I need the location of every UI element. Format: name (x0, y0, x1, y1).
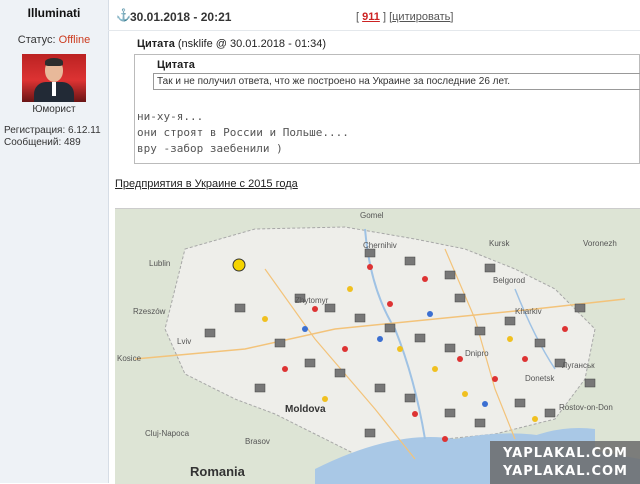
author-stats: Регистрация: 6.12.11 Сообщений: 489 (4, 125, 101, 149)
quote-line: вру -забор заебенили ) (137, 142, 283, 155)
avatar[interactable] (22, 54, 86, 102)
status-label: Статус: (17, 34, 56, 46)
map-place: Zhytomyr (295, 296, 329, 305)
map-place: Voronezh (583, 239, 617, 248)
map-place: Gomel (360, 211, 384, 220)
post-date: 30.01.2018 - 20:21 (130, 10, 232, 24)
registration-date: Регистрация: 6.12.11 (4, 125, 101, 136)
quote-button[interactable]: цитировать (392, 11, 450, 23)
map-image[interactable]: Gomel Chernihiv Kursk Voronezh Lublin Be… (115, 208, 640, 484)
map-place: Kosice (117, 354, 142, 363)
map-place: Belgorod (493, 276, 526, 285)
watermark: YAPLAKAL.COM (503, 446, 628, 461)
map-place: Kharkiv (515, 307, 542, 316)
author-username[interactable]: Illuminati (0, 6, 108, 20)
post-actions: [ 911 ] [цитировать] (356, 11, 454, 23)
quote-header: Цитата (nsklife @ 30.01.2018 - 01:34) (137, 38, 326, 50)
map-place: Rostov-on-Don (559, 403, 613, 412)
nested-quote-label: Цитата (157, 59, 195, 71)
author-sidebar: Illuminati Статус: Offline Юморист Регис… (0, 0, 109, 483)
map-place: Chernihiv (363, 241, 397, 250)
map-country: Moldova (285, 404, 326, 415)
map-place: Donetsk (525, 374, 555, 383)
map-place: Kursk (489, 239, 510, 248)
map-place: Cluj-Napoca (145, 429, 190, 438)
map-place: Dnipro (465, 349, 489, 358)
nested-quote-text: Так и не получил ответа, что же построен… (153, 73, 640, 90)
map-country: Romania (190, 464, 245, 479)
post-number-link[interactable]: 911 (362, 11, 380, 23)
quote-line: они строят в России и Польше.... (137, 126, 349, 139)
map-place: Lviv (177, 337, 192, 346)
author-rank: Юморист (32, 104, 76, 115)
watermark: YAPLAKAL.COM (503, 464, 628, 479)
quote-label: Цитата (137, 38, 175, 50)
post-header: ⚓ 30.01.2018 - 20:21 [ 911 ] [цитировать… (108, 0, 640, 31)
map-place: Brasov (245, 437, 270, 446)
map-place: Rzeszów (133, 307, 166, 316)
status-value: Offline (58, 34, 91, 46)
anchor-icon[interactable]: ⚓ (116, 8, 131, 22)
message-count: Сообщений: 489 (4, 137, 81, 148)
map-place: Lublin (149, 259, 171, 268)
enterprises-link[interactable]: Предприятия в Украине с 2015 года (115, 178, 298, 190)
map-graphic (115, 209, 640, 484)
map-place: Луганськ (562, 361, 595, 370)
quote-meta: (nsklife @ 30.01.2018 - 01:34) (177, 38, 327, 50)
author-status: Статус: Offline (0, 34, 108, 46)
quote-box: Цитата Так и не получил ответа, что же п… (134, 54, 640, 164)
quote-line: ни-ху-я... (137, 110, 204, 123)
